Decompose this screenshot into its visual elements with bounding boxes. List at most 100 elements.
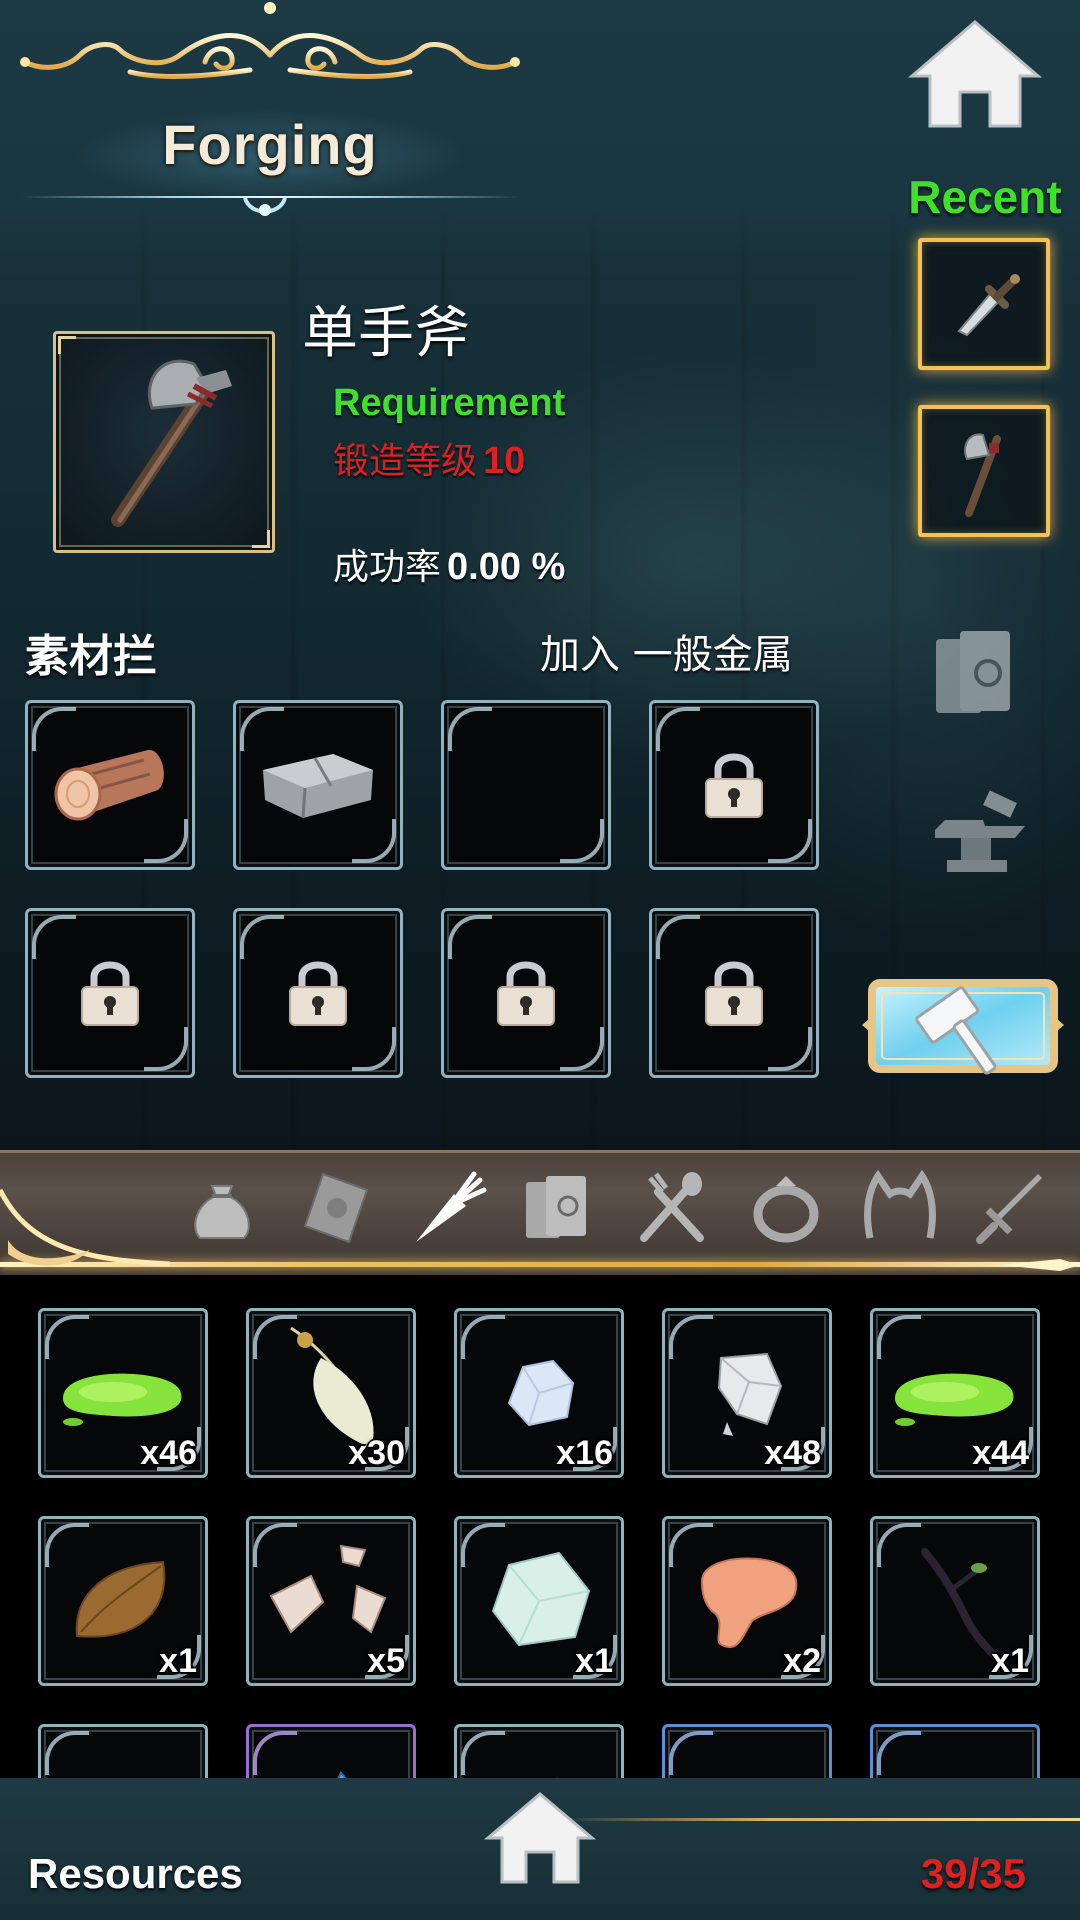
side-anvil-button[interactable] bbox=[925, 790, 1035, 894]
requirement-line: 锻造等级 10 bbox=[333, 432, 525, 484]
resource-slot[interactable] bbox=[454, 1724, 624, 1780]
item-preview-frame bbox=[53, 331, 275, 553]
material-slot-2[interactable] bbox=[233, 700, 403, 870]
requirement-text: 锻造等级 bbox=[333, 441, 478, 482]
resource-slot[interactable]: x44 bbox=[870, 1308, 1040, 1478]
scroll-icon bbox=[303, 1172, 369, 1244]
side-book-button[interactable] bbox=[930, 625, 1022, 729]
resource-count: x44 bbox=[972, 1434, 1029, 1472]
resource-count: x16 bbox=[556, 1434, 613, 1472]
home-icon bbox=[483, 1792, 597, 1884]
category-tab-food[interactable] bbox=[632, 1168, 712, 1248]
green-slime-icon bbox=[895, 1373, 1014, 1426]
resource-slot[interactable]: x46 bbox=[38, 1308, 208, 1478]
hammer-icon bbox=[862, 979, 1064, 1075]
resource-slot[interactable]: x48 bbox=[662, 1308, 832, 1478]
crystal-ore-icon bbox=[507, 1359, 575, 1427]
title-banner: Forging bbox=[10, 0, 530, 230]
lock-icon bbox=[81, 961, 139, 1026]
resource-slot[interactable]: x1 bbox=[870, 1516, 1040, 1686]
recent-item-1[interactable] bbox=[918, 238, 1050, 370]
material-slot-3[interactable] bbox=[441, 700, 611, 870]
recent-item-2[interactable] bbox=[918, 405, 1050, 537]
resource-count: x46 bbox=[140, 1434, 197, 1472]
ring-icon bbox=[753, 1176, 819, 1243]
lock-icon bbox=[497, 961, 555, 1026]
item-icon bbox=[73, 1759, 173, 1780]
frame-corner-icon bbox=[58, 336, 76, 354]
category-flourish-icon bbox=[0, 1188, 171, 1267]
home-icon bbox=[907, 20, 1043, 128]
dagger-icon bbox=[957, 274, 1020, 337]
resource-count: x1 bbox=[991, 1642, 1029, 1680]
cutlery-icon bbox=[640, 1172, 704, 1242]
blue-crystal-icon bbox=[336, 1771, 349, 1780]
resource-slot[interactable] bbox=[662, 1724, 832, 1780]
resource-slot[interactable]: x5 bbox=[246, 1516, 416, 1686]
item-icon bbox=[905, 1759, 1005, 1780]
materials-add-hint: 加入 一般金属 bbox=[540, 632, 793, 678]
metal-icon bbox=[697, 1759, 797, 1780]
recent-label: Recent bbox=[908, 171, 1062, 223]
frame-corner-icon bbox=[252, 530, 270, 548]
forge-button[interactable] bbox=[858, 965, 1068, 1085]
resource-slot[interactable]: x1 bbox=[454, 1516, 624, 1686]
herb-icon bbox=[554, 1777, 561, 1780]
resource-count: x1 bbox=[575, 1642, 613, 1680]
book-icon bbox=[526, 1176, 586, 1238]
lock-icon bbox=[705, 753, 763, 818]
resource-slot[interactable]: x30 bbox=[246, 1308, 416, 1478]
cat-ears-icon bbox=[864, 1169, 936, 1239]
success-rate-value: 0.00 % bbox=[447, 546, 566, 588]
requirement-level: 10 bbox=[483, 440, 526, 482]
anvil-icon bbox=[935, 790, 1025, 872]
success-rate-line: 成功率 0.00 % bbox=[333, 538, 565, 590]
resource-count: x48 bbox=[764, 1434, 821, 1472]
materials-title: 素材拦 bbox=[25, 631, 157, 682]
ornament-icon bbox=[20, 2, 520, 110]
page-title: Forging bbox=[162, 113, 378, 176]
category-tab-ingredients[interactable] bbox=[408, 1168, 488, 1248]
log-icon bbox=[54, 749, 164, 821]
silver-ore-icon bbox=[717, 1352, 783, 1436]
carrot-icon bbox=[416, 1171, 487, 1242]
resource-slot[interactable]: x16 bbox=[454, 1308, 624, 1478]
material-slot-5 bbox=[25, 908, 195, 1078]
bottom-bar-line bbox=[560, 1818, 1080, 1821]
axe-icon bbox=[111, 359, 232, 527]
sword-icon bbox=[976, 1174, 1042, 1244]
resource-count: x30 bbox=[348, 1434, 405, 1472]
resource-count: x5 bbox=[367, 1642, 405, 1680]
item-name: 单手斧 bbox=[302, 301, 470, 366]
requirement-label: Requirement bbox=[333, 382, 566, 424]
resource-slot[interactable] bbox=[870, 1724, 1040, 1780]
category-tab-headwear[interactable] bbox=[860, 1168, 940, 1248]
category-tab-accessory[interactable] bbox=[746, 1168, 826, 1248]
success-rate-label: 成功率 bbox=[333, 547, 442, 588]
lock-icon bbox=[705, 961, 763, 1026]
material-slot-1[interactable] bbox=[25, 700, 195, 870]
resource-count: x1 bbox=[159, 1642, 197, 1680]
ornament-gem-icon bbox=[243, 197, 287, 216]
category-tab-scroll[interactable] bbox=[297, 1168, 377, 1248]
home-button[interactable] bbox=[907, 18, 1043, 130]
category-tip-icon bbox=[1000, 1259, 1080, 1271]
lock-icon bbox=[289, 961, 347, 1026]
category-tab-books[interactable] bbox=[520, 1168, 600, 1248]
category-tab-bag[interactable] bbox=[182, 1168, 262, 1248]
stone-slab-icon bbox=[263, 754, 373, 819]
resource-slot[interactable] bbox=[38, 1724, 208, 1780]
green-slime-icon bbox=[63, 1373, 182, 1426]
resources-grid: x46 x30 x16 x48 x44 x1 x5 x1 x2 x1 bbox=[0, 1275, 1080, 1780]
material-slot-8 bbox=[649, 908, 819, 1078]
material-slot-4 bbox=[649, 700, 819, 870]
bottom-home-button[interactable] bbox=[483, 1790, 597, 1886]
bag-icon bbox=[194, 1185, 250, 1239]
resources-count: 39/35 bbox=[920, 1850, 1026, 1897]
resources-label: Resources bbox=[28, 1850, 243, 1897]
resource-slot[interactable]: x2 bbox=[662, 1516, 832, 1686]
resource-slot[interactable] bbox=[246, 1724, 416, 1780]
book-icon bbox=[936, 631, 1010, 713]
resource-slot[interactable]: x1 bbox=[38, 1516, 208, 1686]
category-tab-weapons[interactable] bbox=[972, 1168, 1052, 1248]
